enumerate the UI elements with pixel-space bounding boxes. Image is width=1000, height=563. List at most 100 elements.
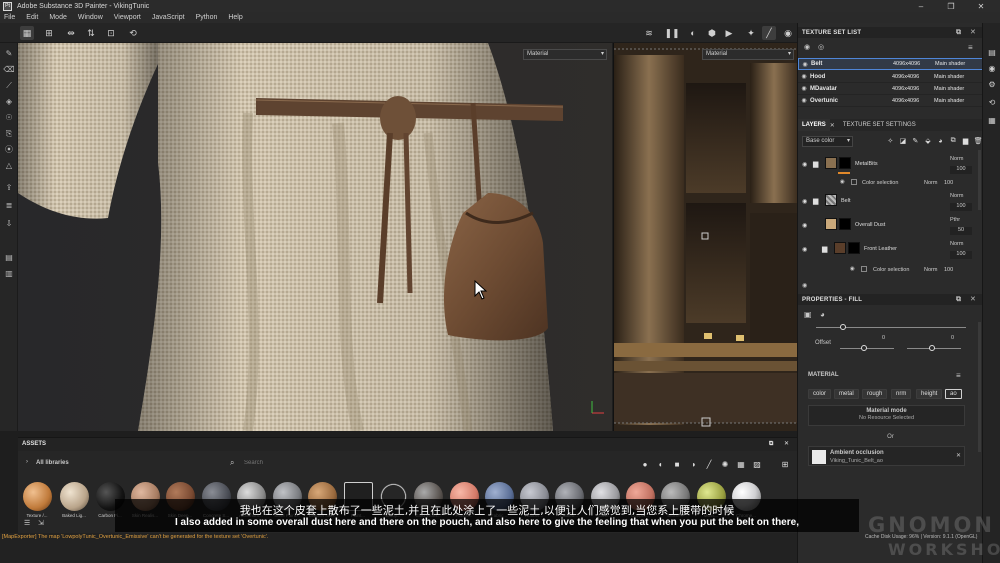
eye-icon[interactable]: ◉ (798, 73, 810, 80)
asset-import-icon[interactable]: ⇲ (38, 519, 44, 527)
layer-front-leather[interactable]: ◉ ▆ Front Leather Norm 100 (798, 239, 976, 261)
filter-particles-icon[interactable]: ✺ (720, 459, 730, 469)
blend-mode[interactable]: Norm (950, 193, 963, 199)
eye-icon[interactable]: ◉ (799, 61, 811, 68)
projection-tool-icon[interactable]: ⟋ (2, 79, 16, 92)
asset-list-view-icon[interactable]: ☰ (24, 519, 30, 527)
library-icon[interactable]: ▥ (2, 267, 16, 280)
panel-float-icon[interactable]: ⧉ (769, 438, 773, 451)
layers-scrollbar[interactable] (978, 150, 981, 210)
viewport-2d-channel-select[interactable]: Material (702, 49, 794, 60)
display-settings-icon[interactable]: ◉ (987, 63, 997, 73)
layer-belt[interactable]: ◉ ▆ Belt Norm 100 (798, 191, 976, 213)
opacity-value[interactable]: 100 (950, 166, 972, 174)
geometry-fill-icon[interactable]: ◈ (2, 95, 16, 108)
blend-mode[interactable]: Pthr (950, 217, 960, 223)
display-mode-icon[interactable]: ◐ (686, 26, 700, 40)
maximize-icon[interactable]: ❐ (936, 2, 966, 11)
eye-icon[interactable]: ◉ (802, 222, 807, 229)
eye-icon[interactable]: ◉ (850, 266, 855, 272)
eye-icon[interactable]: ◉ (802, 161, 807, 168)
tab-layers[interactable]: LAYERS (798, 119, 830, 131)
tab-close-icon[interactable]: ✕ (830, 122, 835, 129)
channel-color[interactable]: color (808, 389, 832, 399)
render-icon[interactable]: ≋ (642, 26, 656, 40)
smudge-tool-icon[interactable]: ☉ (2, 111, 16, 124)
channel-ao[interactable]: ao (945, 389, 962, 399)
align-icon[interactable]: ⇅ (84, 26, 98, 40)
add-folder-icon[interactable]: ▆ (961, 136, 971, 147)
properties-scrollbar[interactable] (978, 322, 981, 452)
add-paint-layer-icon[interactable]: ✎ (911, 136, 921, 147)
minimize-icon[interactable]: – (906, 2, 936, 11)
viewport-3d[interactable]: Material (18, 43, 612, 431)
list-menu-icon[interactable]: ≡ (968, 43, 973, 52)
symmetry-icon[interactable]: ⇹ (64, 26, 78, 40)
blend-mode[interactable]: Norm (950, 241, 963, 247)
texture-set-row-hood[interactable]: ◉ Hood 4096x4096 Main shader (798, 71, 983, 83)
filter-grid-icon[interactable]: ▦ (736, 459, 746, 469)
texture-set-icon[interactable]: ▤ (987, 47, 997, 57)
screenshot-icon[interactable]: ◉ (781, 26, 795, 40)
layer-sub-color-selection-2[interactable]: ◉ Color selection Norm 100 (798, 265, 976, 275)
log-icon[interactable]: ▦ (987, 115, 997, 125)
material-mode-box[interactable]: Material mode No Resource Selected (808, 405, 965, 426)
remove-resource-icon[interactable]: ✕ (956, 452, 961, 459)
lighting-icon[interactable]: ✦ (744, 26, 758, 40)
layout-grid-icon[interactable]: ⊞ (42, 26, 56, 40)
paint-tool-icon[interactable]: ✎ (2, 47, 16, 60)
menu-viewport[interactable]: Viewport (114, 14, 141, 21)
asset-item[interactable] (60, 482, 89, 511)
mask-properties-icon[interactable]: ◕ (820, 310, 825, 319)
channel-nrm[interactable]: nrm (891, 389, 912, 399)
checkbox[interactable] (851, 179, 857, 185)
eye-icon[interactable]: ◉ (802, 282, 807, 288)
filter-environment-icon[interactable]: ▨ (752, 459, 762, 469)
filter-materials-icon[interactable]: ◐ (656, 459, 666, 469)
eraser-tool-icon[interactable]: ⌫ (2, 63, 16, 76)
layout-single-icon[interactable]: ▦ (20, 26, 34, 40)
tab-texture-set-settings[interactable]: TEXTURE SET SETTINGS (839, 119, 920, 131)
menu-mode[interactable]: Mode (49, 14, 67, 21)
library-selector[interactable]: All libraries (36, 460, 69, 466)
eye-toggle-icon[interactable]: ◉ (804, 43, 810, 51)
export-icon[interactable]: ⇩ (2, 217, 16, 230)
texture-set-row-belt[interactable]: ◉ Belt 4096x4096 Main shader (798, 58, 983, 70)
panel-float-icon[interactable]: ⧉ (956, 294, 961, 305)
pause-icon[interactable]: ❚❚ (664, 26, 679, 40)
menu-python[interactable]: Python (196, 14, 218, 21)
menu-window[interactable]: Window (78, 14, 103, 21)
duplicate-layer-icon[interactable]: ⧉ (948, 136, 958, 147)
channel-rough[interactable]: rough (862, 389, 888, 399)
layer-metalbits[interactable]: ◉ ▆ MetalBits Norm 100 (798, 154, 976, 176)
material-menu-icon[interactable]: ≡ (956, 371, 961, 380)
eye-icon[interactable]: ◉ (802, 198, 807, 205)
filter-textures-icon[interactable]: ■ (672, 459, 682, 469)
slider-knob[interactable] (840, 324, 846, 330)
offset-y-slider[interactable] (929, 345, 935, 351)
viewport-3d-channel-select[interactable]: Material (523, 49, 607, 60)
fill-icon[interactable]: ▣ (804, 310, 812, 319)
ao-resource[interactable]: Ambient occlusion Viking_Tunic_Belt_ao ✕ (808, 446, 965, 466)
checkbox[interactable] (861, 266, 867, 272)
eye-icon[interactable]: ◉ (798, 85, 810, 92)
shelf-icon[interactable]: ▤ (2, 251, 16, 264)
layer-tool-icon[interactable]: ≣ (2, 199, 16, 212)
channel-height[interactable]: height (916, 389, 943, 399)
menu-javascript[interactable]: JavaScript (152, 14, 185, 21)
polygon-fill-icon[interactable]: △ (2, 159, 16, 172)
panel-close-icon[interactable]: ✕ (784, 438, 789, 451)
menu-file[interactable]: File (4, 14, 15, 21)
layer-sub-color-selection[interactable]: ◉ Color selection Norm 100 (798, 178, 976, 188)
layer-overall-dust[interactable]: ◉ Overall Dust Pthr 50 (798, 215, 976, 237)
eye-icon[interactable]: ◉ (802, 246, 807, 253)
history-icon[interactable]: ⟲ (126, 26, 140, 40)
eye-icon[interactable]: ◉ (798, 97, 810, 104)
picker-tool-icon[interactable]: ⦿ (2, 143, 16, 156)
channel-select[interactable]: Base color (802, 135, 854, 147)
clone-tool-icon[interactable]: ⎘ (2, 127, 16, 140)
add-effect-icon[interactable]: ✧ (886, 136, 896, 147)
visibility-icon[interactable]: ◎ (818, 43, 824, 51)
paint-brush-icon[interactable]: ╱ (762, 26, 776, 40)
filter-masks-icon[interactable]: ◑ (688, 459, 698, 469)
